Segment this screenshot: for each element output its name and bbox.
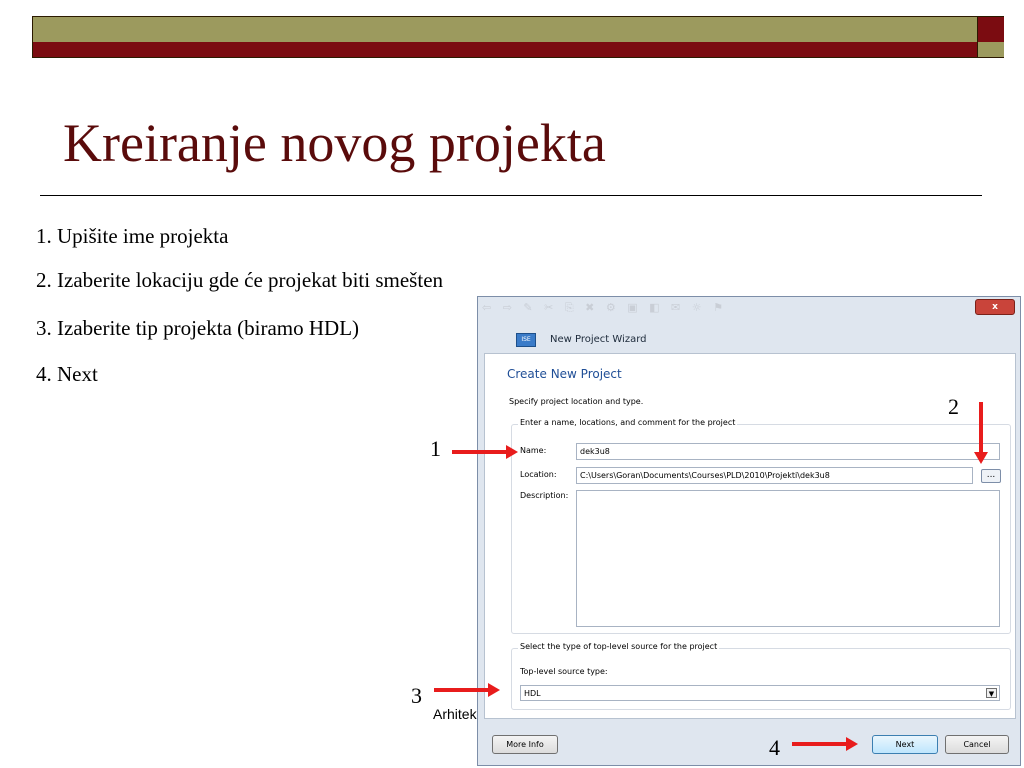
- name-label: Name:: [520, 446, 547, 455]
- next-button[interactable]: Next: [872, 735, 938, 754]
- next-label: Next: [895, 740, 915, 749]
- header-maroon-stripe: [33, 42, 977, 57]
- browse-location-button[interactable]: ...: [981, 469, 1001, 483]
- new-project-wizard-window: ⇦ ⇨ ✎ ✂ ⎘ ✖ ⚙ ▣ ◧ ✉ ☼ ⚑ x ISE New Projec…: [477, 296, 1021, 766]
- window-title: New Project Wizard: [550, 334, 647, 345]
- wizard-content-panel: Create New Project Specify project locat…: [484, 353, 1016, 719]
- callout-2: 2: [948, 394, 959, 419]
- project-description-textarea[interactable]: [576, 490, 1000, 627]
- arrow-4-icon: [792, 737, 858, 751]
- toplevel-source-value: HDL: [524, 689, 541, 698]
- ise-app-icon: ISE: [516, 333, 536, 347]
- toplevel-source-select[interactable]: HDL ▼: [520, 685, 1000, 701]
- dropdown-arrow-icon[interactable]: ▼: [986, 688, 997, 698]
- bullet-3: 3. Izaberite tip projekta (biramo HDL): [36, 316, 360, 340]
- window-title-bar: ISE New Project Wizard: [484, 325, 1012, 349]
- bullet-1: 1. Upišite ime projekta: [36, 224, 229, 248]
- description-label: Description:: [520, 491, 569, 500]
- bullet-2: 2. Izaberite lokaciju gde će projekat bi…: [36, 268, 444, 292]
- title-divider: [40, 195, 982, 196]
- arrow-1-icon: [452, 445, 518, 459]
- source-type-group: Select the type of top-level source for …: [511, 642, 1011, 710]
- wizard-subheading: Specify project location and type.: [509, 397, 644, 406]
- cancel-button[interactable]: Cancel: [945, 735, 1009, 754]
- cancel-label: Cancel: [963, 740, 991, 749]
- project-name-input[interactable]: dek3u8: [576, 443, 1000, 460]
- slide-title: Kreiranje novog projekta: [63, 113, 606, 173]
- project-details-group-label: Enter a name, locations, and comment for…: [518, 418, 738, 427]
- header-decoration-bar: [32, 16, 1004, 58]
- callout-3: 3: [411, 683, 422, 708]
- source-type-group-label: Select the type of top-level source for …: [518, 642, 720, 651]
- arrow-3-icon: [434, 683, 500, 697]
- more-info-label: More Info: [506, 740, 544, 749]
- more-info-button[interactable]: More Info: [492, 735, 558, 754]
- header-corner-square-bottom: [977, 42, 1004, 57]
- arrow-2-icon: [974, 402, 988, 464]
- location-label: Location:: [520, 470, 557, 479]
- bullet-4: 4. Next: [36, 362, 98, 386]
- wizard-heading: Create New Project: [507, 367, 622, 381]
- project-location-input[interactable]: C:\Users\Goran\Documents\Courses\PLD\201…: [576, 467, 973, 484]
- close-button[interactable]: x: [975, 299, 1015, 315]
- callout-4: 4: [769, 735, 780, 760]
- header-corner-square-top: [977, 17, 1004, 42]
- project-details-group: Enter a name, locations, and comment for…: [511, 418, 1011, 634]
- background-toolbar-icon: ⇦ ⇨ ✎ ✂ ⎘ ✖ ⚙ ▣ ◧ ✉ ☼ ⚑: [482, 301, 727, 314]
- header-olive-stripe: [33, 17, 977, 42]
- callout-1: 1: [430, 436, 441, 461]
- toplevel-source-label: Top-level source type:: [520, 667, 608, 676]
- slide-footer: Arhitek: [433, 706, 477, 722]
